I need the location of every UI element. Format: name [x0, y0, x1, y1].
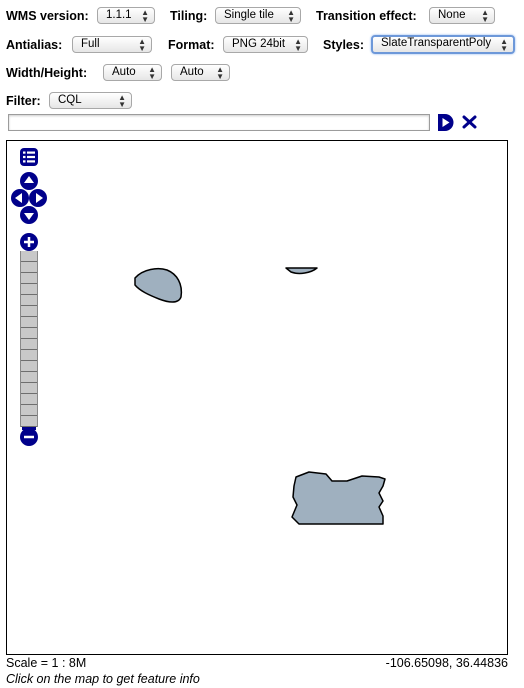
select-arrows-icon: ▲ ▼: [287, 7, 295, 24]
map-feature: [285, 267, 318, 275]
filter-label: Filter:: [6, 94, 41, 108]
wms-version-select[interactable]: 1.1.1 ▲ ▼: [97, 7, 155, 24]
select-arrows-icon: ▲ ▼: [481, 7, 489, 24]
map-layer[interactable]: [7, 141, 508, 655]
pan-arrows-icon[interactable]: [11, 172, 47, 224]
map-feature: [291, 471, 386, 525]
height-select[interactable]: Auto ▲ ▼: [171, 64, 230, 81]
filter-type-select[interactable]: CQL ▲ ▼: [49, 92, 132, 109]
select-arrows-icon: ▲ ▼: [148, 64, 156, 81]
width-value: Auto: [112, 66, 136, 78]
filter-input[interactable]: [8, 114, 430, 131]
tiling-value: Single tile: [224, 9, 274, 21]
antialias-label: Antialias:: [6, 38, 63, 52]
format-select[interactable]: PNG 24bit ▲ ▼: [223, 36, 308, 53]
width-select[interactable]: Auto ▲ ▼: [103, 64, 162, 81]
play-icon[interactable]: [436, 113, 457, 132]
map-feature: [134, 267, 183, 303]
wms-version-label: WMS version:: [6, 9, 89, 23]
scale-readout: Scale = 1 : 8M: [6, 656, 87, 670]
layers-icon[interactable]: [20, 148, 38, 166]
transition-effect-label: Transition effect:: [316, 9, 417, 23]
format-label: Format:: [168, 38, 215, 52]
styles-select[interactable]: SlateTransparentPoly ▲ ▼: [371, 35, 515, 54]
minus-icon[interactable]: [20, 427, 38, 447]
transition-effect-select[interactable]: None ▲ ▼: [429, 7, 495, 24]
styles-value: SlateTransparentPoly: [381, 37, 492, 49]
coordinates-readout: -106.65098, 36.44836: [385, 656, 508, 670]
height-value: Auto: [180, 66, 204, 78]
select-arrows-icon: ▲ ▼: [294, 36, 302, 53]
tiling-label: Tiling:: [170, 9, 208, 23]
select-arrows-icon: ▲ ▼: [216, 64, 224, 81]
select-arrows-icon: ▲ ▼: [141, 7, 149, 24]
close-icon[interactable]: [462, 115, 477, 129]
width-height-label: Width/Height:: [6, 66, 88, 80]
plus-icon[interactable]: [20, 233, 38, 251]
select-arrows-icon: ▲ ▼: [500, 36, 508, 53]
antialias-value: Full: [81, 38, 100, 50]
feature-info-hint: Click on the map to get feature info: [6, 672, 200, 686]
zoom-bar[interactable]: [20, 233, 38, 447]
tiling-select[interactable]: Single tile ▲ ▼: [215, 7, 301, 24]
wms-version-value: 1.1.1: [106, 9, 132, 21]
select-arrows-icon: ▲ ▼: [118, 92, 126, 109]
map-viewport[interactable]: [6, 140, 508, 655]
format-value: PNG 24bit: [232, 38, 286, 50]
select-arrows-icon: ▲ ▼: [138, 36, 146, 53]
styles-label: Styles:: [323, 38, 364, 52]
transition-effect-value: None: [438, 9, 466, 21]
antialias-select[interactable]: Full ▲ ▼: [72, 36, 152, 53]
zoom-slider-track[interactable]: [20, 251, 38, 427]
filter-type-value: CQL: [58, 94, 82, 106]
